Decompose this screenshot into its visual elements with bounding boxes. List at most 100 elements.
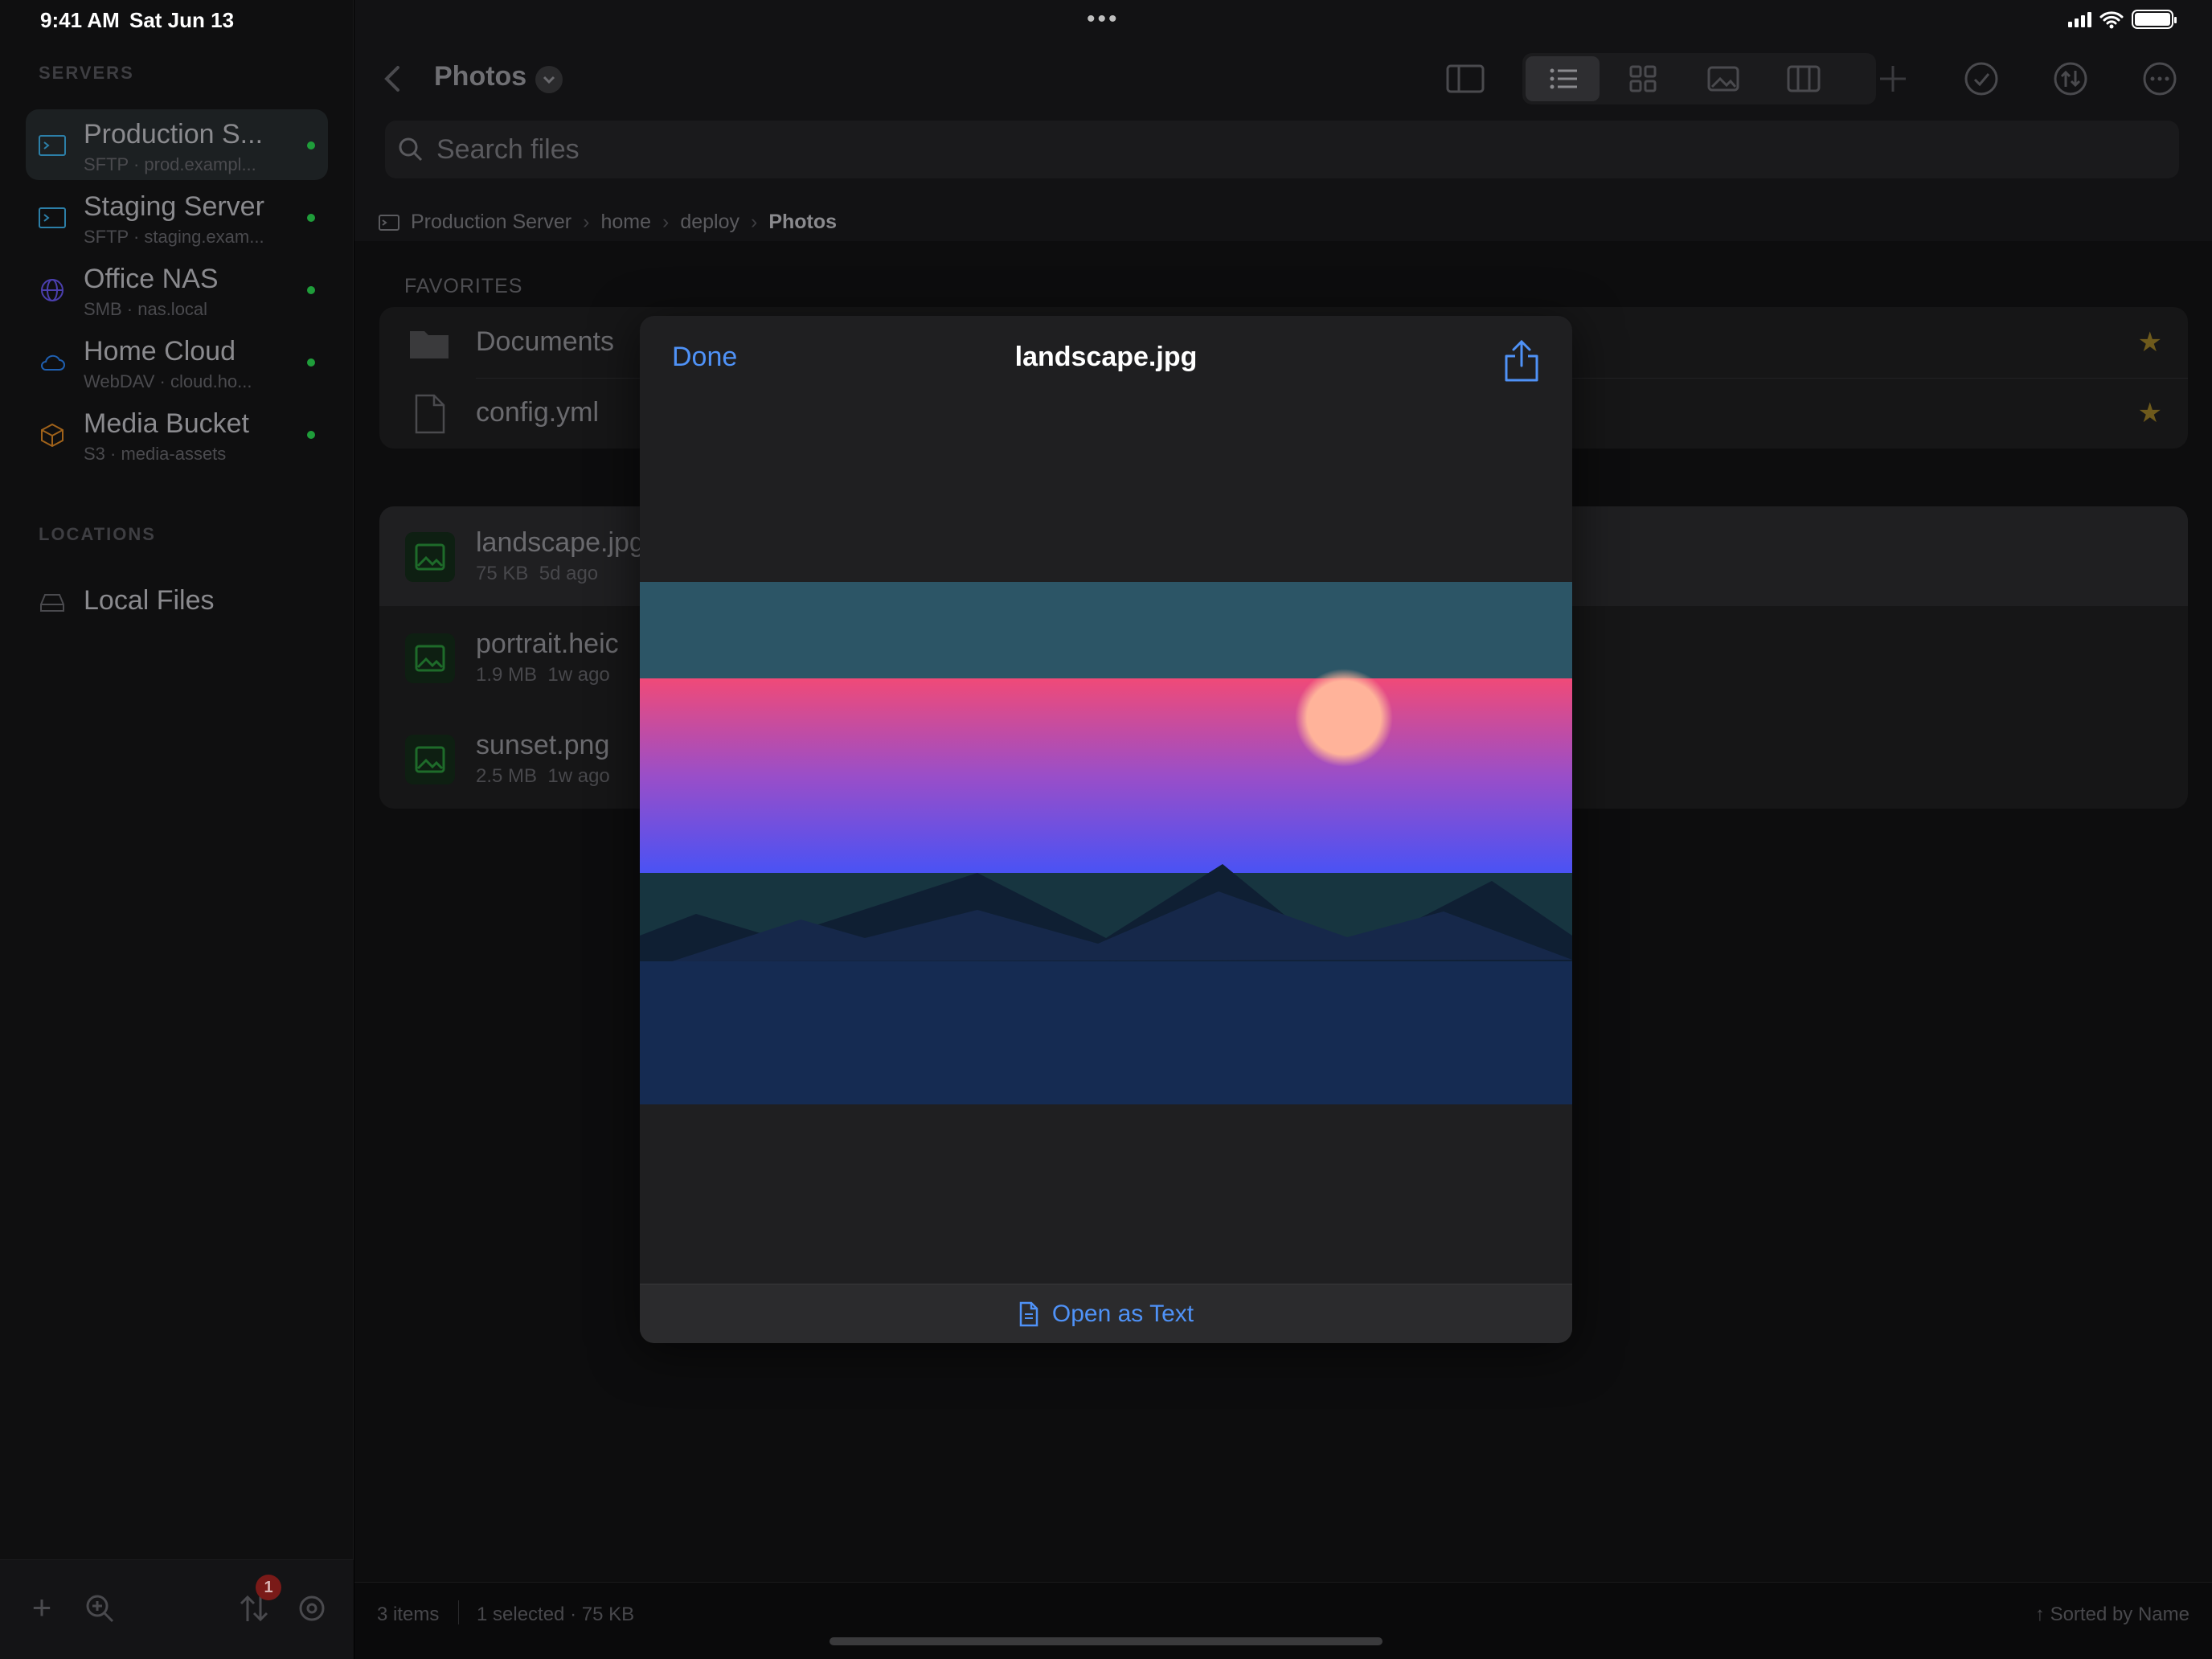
cellular-signal-icon: [2068, 11, 2091, 27]
back-chevron-icon[interactable]: [377, 63, 409, 95]
item-count: 3 items: [377, 1604, 440, 1625]
document-icon: [415, 394, 445, 434]
server-address: SFTP · prod.exampl...: [84, 154, 256, 174]
file-name: portrait.heic: [476, 629, 619, 659]
image-file-icon: [405, 532, 455, 582]
favorite-name: Documents: [476, 326, 614, 357]
breadcrumb-separator-icon: ›: [750, 211, 758, 233]
toolbar: Photos Production Server › home › deploy…: [354, 0, 2212, 241]
file-meta: 1.9 MB 1w ago: [476, 664, 610, 686]
server-production[interactable]: Production S... SFTP · prod.exampl...: [26, 109, 328, 180]
file-age: 1w ago: [547, 664, 610, 686]
settings-icon[interactable]: [294, 1591, 330, 1626]
file-meta: 2.5 MB 1w ago: [476, 765, 610, 788]
search-icon: [399, 137, 423, 162]
star-icon[interactable]: ★: [2138, 397, 2162, 429]
status-dot: [307, 431, 315, 439]
image-file-icon: [405, 633, 455, 683]
image-file-icon: [405, 735, 455, 784]
file-size: 1.9 MB: [476, 664, 538, 686]
sidebar-toolbar: + 1: [0, 1559, 354, 1659]
grid-view-icon[interactable]: [1622, 58, 1664, 100]
file-size: 2.5 MB: [476, 765, 538, 787]
favorite-name: config.yml: [476, 397, 600, 428]
sort-label: Sorted by Name: [2050, 1604, 2189, 1625]
server-name: Home Cloud: [84, 336, 236, 367]
breadcrumb-separator-icon: ›: [583, 211, 590, 233]
server-icon: [379, 214, 399, 231]
open-as-text-button[interactable]: Open as Text: [640, 1284, 1572, 1343]
server-name: Media Bucket: [84, 408, 249, 439]
preview-sheet: Done landscape.jpg Open as Text: [640, 316, 1572, 1343]
preview-title: landscape.jpg: [1014, 342, 1198, 372]
gallery-view-icon[interactable]: [1702, 58, 1744, 100]
columns-view-icon[interactable]: [1783, 58, 1825, 100]
sync-arrows-icon[interactable]: [2050, 58, 2091, 100]
server-address: WebDAV · cloud.ho...: [84, 371, 252, 391]
location-name: Local Files: [84, 585, 215, 616]
server-staging[interactable]: Staging Server SFTP · staging.exam...: [26, 182, 328, 252]
status-dot: [307, 214, 315, 222]
server-name: Production S...: [84, 119, 264, 150]
search-input[interactable]: [436, 121, 2124, 178]
star-icon[interactable]: ★: [2138, 326, 2162, 358]
breadcrumb-item[interactable]: Production Server: [411, 211, 571, 234]
breadcrumb-current: Photos: [768, 211, 838, 233]
search-server-icon[interactable]: [82, 1591, 117, 1626]
drive-icon: [40, 594, 64, 612]
file-age: 5d ago: [539, 563, 599, 584]
sidebar: SERVERS Production S... SFTP · prod.exam…: [0, 0, 354, 1659]
search-bar[interactable]: [385, 121, 2179, 178]
breadcrumb-separator-icon: ›: [662, 211, 670, 233]
file-meta: 75 KB 5d ago: [476, 563, 598, 585]
status-footer: 3 items 1 selected · 75 KB ↑ Sorted by N…: [354, 1582, 2212, 1659]
server-address: SMB · nas.local: [84, 299, 208, 319]
server-name: Staging Server: [84, 191, 264, 222]
home-indicator[interactable]: [830, 1637, 1382, 1645]
server-address: S3 · media-assets: [84, 444, 227, 464]
server-office-nas[interactable]: Office NAS SMB · nas.local: [26, 254, 328, 325]
page-title[interactable]: Photos: [434, 61, 526, 92]
status-dot: [307, 141, 315, 150]
open-as-text-label: Open as Text: [1051, 1300, 1194, 1327]
transfers-badge: 1: [256, 1575, 281, 1600]
status-dot: [307, 358, 315, 367]
status-dot: [307, 286, 315, 294]
locations-header: LOCATIONS: [39, 524, 156, 544]
breadcrumb: Production Server › home › deploy › Phot…: [379, 211, 837, 234]
breadcrumb-item[interactable]: deploy: [680, 211, 739, 234]
servers-header: SERVERS: [39, 63, 134, 83]
folder-icon: [410, 331, 449, 358]
terminal-icon: [39, 207, 66, 228]
server-home-cloud[interactable]: Home Cloud WebDAV · cloud.ho...: [26, 326, 328, 397]
breadcrumb-item[interactable]: home: [600, 211, 651, 234]
file-age: 1w ago: [547, 765, 610, 787]
server-address: SFTP · staging.exam...: [84, 227, 264, 247]
file-name: sunset.png: [476, 730, 610, 760]
file-name: landscape.jpg: [476, 527, 645, 558]
multitasking-icon[interactable]: •••: [1087, 7, 1120, 31]
add-icon[interactable]: [1872, 58, 1914, 100]
landscape-image: [640, 582, 1572, 1104]
terminal-icon: [39, 135, 66, 156]
server-name: Office NAS: [84, 264, 219, 294]
wifi-icon: [2099, 11, 2124, 29]
battery-icon: [2132, 10, 2177, 29]
status-indicators: [2068, 10, 2177, 29]
divider: [458, 1600, 459, 1624]
share-icon[interactable]: [1503, 338, 1540, 382]
add-server-icon[interactable]: +: [24, 1591, 59, 1626]
sidebar-toggle-icon[interactable]: [1444, 58, 1486, 100]
status-time: 9:41 AM: [40, 8, 120, 32]
more-options-icon[interactable]: [2139, 58, 2181, 100]
sort-button[interactable]: ↑ Sorted by Name: [2035, 1604, 2189, 1626]
status-date: Sat Jun 13: [129, 8, 235, 32]
list-view-icon[interactable]: [1543, 58, 1585, 100]
server-media-bucket[interactable]: Media Bucket S3 · media-assets: [26, 399, 328, 469]
chevron-down-icon[interactable]: [535, 66, 563, 93]
file-size: 75 KB: [476, 563, 529, 584]
select-checkmark-icon[interactable]: [1960, 58, 2002, 100]
selection-info: 1 selected · 75 KB: [477, 1604, 635, 1625]
location-local-files[interactable]: Local Files: [26, 574, 328, 630]
sort-arrow-icon: ↑: [2034, 1604, 2050, 1625]
